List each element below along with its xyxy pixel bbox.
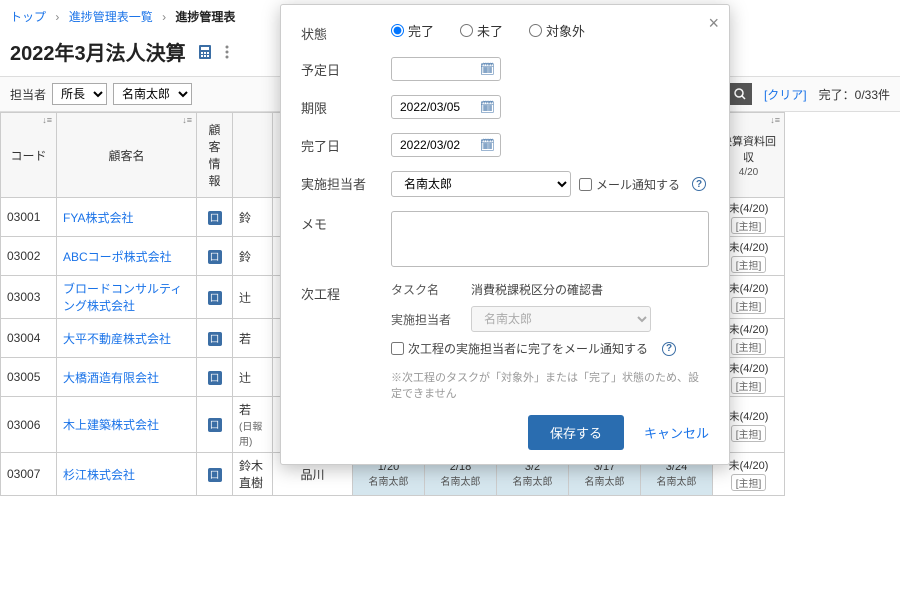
cell-staff: 鈴 (233, 198, 273, 237)
clear-link[interactable]: [クリア] (764, 86, 807, 103)
cell-code: 03007 (1, 453, 57, 496)
building-icon[interactable]: 囗 (208, 418, 222, 432)
th-info: 顧客情報 (197, 113, 233, 198)
cell-staff: 辻 (233, 276, 273, 319)
close-button[interactable]: × (708, 13, 719, 34)
customer-link[interactable]: 木上建築株式会社 (63, 418, 159, 432)
cell-code: 03002 (1, 237, 57, 276)
save-button[interactable]: 保存する (528, 415, 624, 450)
person-select[interactable]: 名南太郎 (113, 83, 192, 105)
cell-code: 03003 (1, 276, 57, 319)
cell-name: 大平不動産株式会社 (57, 319, 197, 358)
cell-code: 03001 (1, 198, 57, 237)
sort-icon: ↓≡ (42, 115, 52, 125)
cell-name: ブロードコンサルティング株式会社 (57, 276, 197, 319)
deadline-date-input[interactable] (391, 95, 501, 119)
search-button[interactable] (728, 83, 752, 105)
cell-info: 囗 (197, 358, 233, 397)
deadline-label: 期限 (301, 95, 391, 117)
customer-link[interactable]: 大橋酒造有限会社 (63, 371, 159, 385)
cell-staff: 鈴 (233, 237, 273, 276)
customer-link[interactable]: 杉江株式会社 (63, 468, 135, 482)
cell-staff: 辻 (233, 358, 273, 397)
cell-code: 03004 (1, 319, 57, 358)
next-task-label: タスク名 (391, 281, 461, 298)
next-label: 次工程 (301, 281, 391, 303)
task-edit-modal: × 状態 完了 未了 対象外 予定日 🗓 期限 🗓 完了日 🗓 実施担当者 名南… (280, 4, 730, 465)
status-na-radio[interactable]: 対象外 (529, 21, 585, 40)
completion-count: 完了：0/33件 (819, 86, 890, 103)
memo-textarea[interactable] (391, 211, 709, 267)
next-assignee-label: 実施担当者 (391, 311, 461, 328)
breadcrumb-sep: › (55, 10, 59, 24)
building-icon[interactable]: 囗 (208, 211, 222, 225)
cancel-button[interactable]: キャンセル (644, 423, 709, 442)
next-assignee-select: 名南太郎 (471, 306, 651, 332)
more-menu-icon[interactable] (216, 41, 238, 63)
sort-icon: ↓≡ (770, 115, 780, 125)
status-done-radio[interactable]: 完了 (391, 21, 434, 40)
cell-info: 囗 (197, 276, 233, 319)
breadcrumb-top[interactable]: トップ (10, 10, 46, 24)
customer-link[interactable]: 大平不動産株式会社 (63, 332, 171, 346)
cell-info: 囗 (197, 453, 233, 496)
cell-info: 囗 (197, 237, 233, 276)
cell-code: 03006 (1, 397, 57, 453)
help-icon[interactable]: ? (662, 342, 676, 356)
help-icon[interactable]: ? (692, 177, 706, 191)
cell-code: 03005 (1, 358, 57, 397)
cell-staff: 鈴木直樹 (233, 453, 273, 496)
building-icon[interactable]: 囗 (208, 250, 222, 264)
next-task-name: 消費税課税区分の確認書 (471, 281, 603, 298)
building-icon[interactable]: 囗 (208, 291, 222, 305)
cell-staff: 若(日報用) (233, 397, 273, 453)
cell-name: 木上建築株式会社 (57, 397, 197, 453)
building-icon[interactable]: 囗 (208, 371, 222, 385)
cell-name: 杉江株式会社 (57, 453, 197, 496)
building-icon[interactable]: 囗 (208, 468, 222, 482)
breadcrumb-sep: › (162, 10, 166, 24)
page-title: 2022年3月法人決算 (10, 37, 186, 66)
cell-info: 囗 (197, 198, 233, 237)
assignee-select[interactable]: 名南太郎 (391, 171, 571, 197)
sort-icon: ↓≡ (182, 115, 192, 125)
planned-label: 予定日 (301, 57, 391, 79)
th-code[interactable]: ↓≡コード (1, 113, 57, 198)
planned-date-input[interactable] (391, 57, 501, 81)
completed-label: 完了日 (301, 133, 391, 155)
assignee-label: 実施担当者 (301, 171, 391, 193)
th-name[interactable]: ↓≡顧客名 (57, 113, 197, 198)
cell-info: 囗 (197, 397, 233, 453)
customer-link[interactable]: ABCコーポ株式会社 (63, 250, 172, 264)
completed-date-input[interactable] (391, 133, 501, 157)
customer-link[interactable]: FYA株式会社 (63, 211, 133, 225)
cell-name: 大橋酒造有限会社 (57, 358, 197, 397)
memo-label: メモ (301, 211, 391, 233)
breadcrumb-current: 進捗管理表 (175, 10, 235, 24)
next-note: ※次工程のタスクが「対象外」または「完了」状態のため、設定できません (391, 369, 709, 401)
assignee-label: 担当者 (10, 86, 46, 103)
building-icon[interactable]: 囗 (208, 332, 222, 346)
cell-name: ABCコーポ株式会社 (57, 237, 197, 276)
mail-notify-checkbox[interactable]: メール通知する (579, 176, 680, 193)
cell-staff: 若 (233, 319, 273, 358)
breadcrumb-list[interactable]: 進捗管理表一覧 (69, 10, 153, 24)
customer-link[interactable]: ブロードコンサルティング株式会社 (63, 282, 182, 313)
th-staff (233, 113, 273, 198)
role-select[interactable]: 所長 (52, 83, 107, 105)
status-open-radio[interactable]: 未了 (460, 21, 503, 40)
cell-name: FYA株式会社 (57, 198, 197, 237)
status-label: 状態 (301, 21, 391, 43)
cell-info: 囗 (197, 319, 233, 358)
next-notify-checkbox[interactable]: 次工程の実施担当者に完了をメール通知する (391, 340, 648, 357)
calculator-icon[interactable] (194, 41, 216, 63)
